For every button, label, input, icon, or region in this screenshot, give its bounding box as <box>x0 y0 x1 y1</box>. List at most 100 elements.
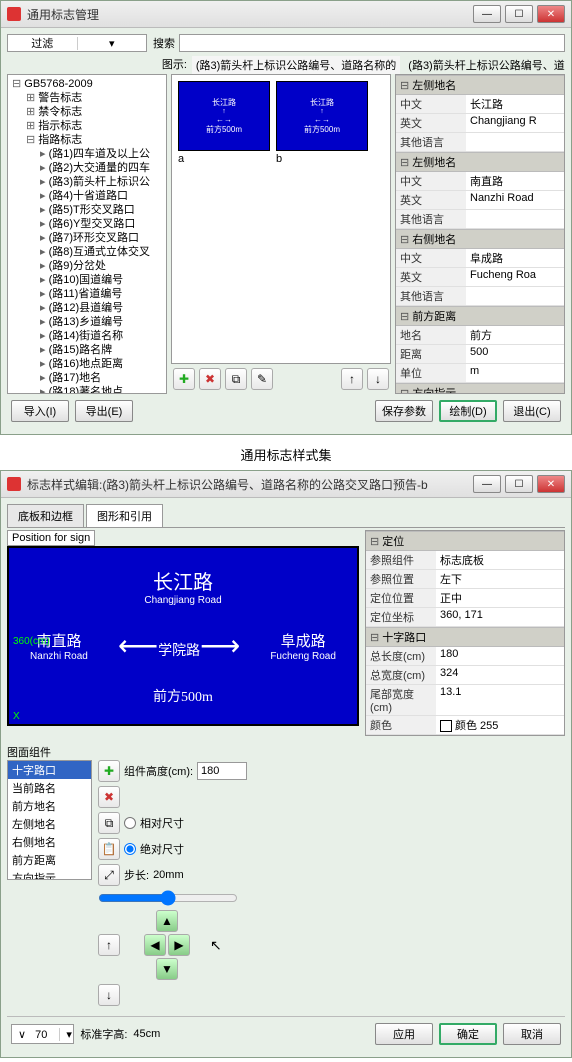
close-button[interactable]: ✕ <box>537 475 565 493</box>
prop-group-header[interactable]: 右侧地名 <box>396 229 564 249</box>
zoom-combo[interactable]: ∨ 70 ▾ <box>11 1024 74 1044</box>
max-button[interactable]: ☐ <box>505 475 533 493</box>
prop-group-header[interactable]: 方向指示 <box>396 383 564 394</box>
remove-component-button[interactable]: ✖ <box>98 786 120 808</box>
min-button[interactable]: — <box>473 475 501 493</box>
prop-value[interactable]: 360, 171 <box>436 608 564 626</box>
prop-value[interactable]: 500 <box>466 345 564 363</box>
list-up-button[interactable]: ↑ <box>98 934 120 956</box>
prop-row[interactable]: 中文南直路 <box>396 172 564 191</box>
tree-item[interactable]: (路5)T形交叉路口 <box>10 203 164 217</box>
prop-value[interactable]: 颜色 255 <box>436 716 564 734</box>
move-up-button[interactable]: ↑ <box>341 368 363 390</box>
tab-baseplate[interactable]: 底板和边框 <box>7 504 84 527</box>
paste-component-button[interactable]: 📋 <box>98 838 120 860</box>
prop-value[interactable]: 324 <box>436 666 564 684</box>
tree-item[interactable]: (路7)环形交叉路口 <box>10 231 164 245</box>
size-absolute-radio[interactable] <box>124 843 136 855</box>
max-button[interactable]: ☐ <box>505 5 533 23</box>
add-component-button[interactable]: ✚ <box>98 760 120 782</box>
prop-value[interactable]: m <box>466 364 564 382</box>
prop-group-header[interactable]: 定位 <box>366 531 564 551</box>
prop-row[interactable]: 英文Fucheng Roa <box>396 268 564 287</box>
prop-group-header[interactable]: 十字路口 <box>366 627 564 647</box>
save-params-button[interactable]: 保存参数 <box>375 400 433 422</box>
tree-item[interactable]: (路15)路名牌 <box>10 343 164 357</box>
size-relative-radio[interactable] <box>124 817 136 829</box>
export-button[interactable]: 导出(E) <box>75 400 133 422</box>
prop-row[interactable]: 其他语言 <box>396 133 564 152</box>
list-item[interactable]: 左侧地名 <box>8 815 91 833</box>
list-item[interactable]: 前方地名 <box>8 797 91 815</box>
prop-row[interactable]: 颜色颜色 255 <box>366 716 564 735</box>
prop-value[interactable]: 阜成路 <box>466 249 564 267</box>
tree-item[interactable]: (路1)四车道及以上公 <box>10 147 164 161</box>
prop-value[interactable]: Changjiang R <box>466 114 564 132</box>
import-button[interactable]: 导入(I) <box>11 400 69 422</box>
list-down-button[interactable]: ↓ <box>98 984 120 1006</box>
prop-row[interactable]: 参照位置左下 <box>366 570 564 589</box>
prop-group-header[interactable]: 左侧地名 <box>396 75 564 95</box>
exit-button[interactable]: 退出(C) <box>503 400 561 422</box>
list-item[interactable]: 前方距离 <box>8 851 91 869</box>
nudge-up-button[interactable]: ▲ <box>156 910 178 932</box>
move-down-button[interactable]: ↓ <box>367 368 389 390</box>
nudge-right-button[interactable]: ▶ <box>168 934 190 956</box>
prop-row[interactable]: 尾部宽度(cm)13.1 <box>366 685 564 716</box>
tree-item[interactable]: (路8)互通式立体交叉 <box>10 245 164 259</box>
tree-item[interactable]: (路4)十省道路口 <box>10 189 164 203</box>
nudge-left-button[interactable]: ◀ <box>144 934 166 956</box>
list-item[interactable]: 当前路名 <box>8 779 91 797</box>
tree-item[interactable]: (路10)国道编号 <box>10 273 164 287</box>
prop-row[interactable]: 距离500 <box>396 345 564 364</box>
tree-item[interactable]: 指路标志 <box>10 133 164 147</box>
cancel-button[interactable]: 取消 <box>503 1023 561 1045</box>
tree-item[interactable]: 指示标志 <box>10 119 164 133</box>
close-button[interactable]: ✕ <box>537 5 565 23</box>
prop-row[interactable]: 英文Changjiang R <box>396 114 564 133</box>
list-item[interactable]: 方向指示 <box>8 869 91 880</box>
prop-value[interactable]: 南直路 <box>466 172 564 190</box>
tree-item[interactable]: 禁令标志 <box>10 105 164 119</box>
tree-item[interactable]: (路3)箭头杆上标识公 <box>10 175 164 189</box>
prop-row[interactable]: 英文Nanzhi Road <box>396 191 564 210</box>
nudge-down-button[interactable]: ▼ <box>156 958 178 980</box>
prop-row[interactable]: 总宽度(cm)324 <box>366 666 564 685</box>
tree-item[interactable]: (路13)乡道编号 <box>10 315 164 329</box>
prop-row[interactable]: 中文长江路 <box>396 95 564 114</box>
prop-group-header[interactable]: 左侧地名 <box>396 152 564 172</box>
components-list[interactable]: 十字路口当前路名前方地名左侧地名右侧地名前方距离方向指示 <box>7 760 92 880</box>
step-slider[interactable] <box>98 890 238 906</box>
filter-combo[interactable]: 过滤 ▾ <box>7 34 147 52</box>
tree-item[interactable]: 警告标志 <box>10 91 164 105</box>
apply-button[interactable]: 应用 <box>375 1023 433 1045</box>
search-input[interactable] <box>179 34 565 52</box>
note-button[interactable]: ✎ <box>251 368 273 390</box>
tree-item[interactable]: GB5768-2009 <box>10 77 164 91</box>
prop-row[interactable]: 单位m <box>396 364 564 383</box>
delete-button[interactable]: ✖ <box>199 368 221 390</box>
prop-row[interactable]: 其他语言 <box>396 210 564 229</box>
tree-item[interactable]: (路17)地名 <box>10 371 164 385</box>
tree-item[interactable]: (路2)大交通量的四车 <box>10 161 164 175</box>
draw-button[interactable]: 绘制(D) <box>439 400 497 422</box>
tree-item[interactable]: (路14)街道名称 <box>10 329 164 343</box>
tree-item[interactable]: (路16)地点距离 <box>10 357 164 371</box>
prop-group-header[interactable]: 前方距离 <box>396 306 564 326</box>
copy-button[interactable]: ⧉ <box>225 368 247 390</box>
prop-value[interactable]: 13.1 <box>436 685 564 715</box>
scale-button[interactable]: ⤢ <box>98 864 120 886</box>
prop-row[interactable]: 地名前方 <box>396 326 564 345</box>
tree-item[interactable]: (路6)Y型交叉路口 <box>10 217 164 231</box>
add-button[interactable]: ✚ <box>173 368 195 390</box>
prop-value[interactable]: 180 <box>436 647 564 665</box>
prop-value[interactable] <box>466 133 564 151</box>
tree-panel[interactable]: GB5768-2009警告标志禁令标志指示标志指路标志(路1)四车道及以上公(路… <box>7 74 167 394</box>
prop-row[interactable]: 参照组件标志底板 <box>366 551 564 570</box>
sign-preview[interactable]: 长江路 Changjiang Road 南直路 Nanzhi Road ⟵学院路… <box>7 546 359 726</box>
tree-item[interactable]: (路11)省道编号 <box>10 287 164 301</box>
copy-component-button[interactable]: ⧉ <box>98 812 120 834</box>
list-item[interactable]: 十字路口 <box>8 761 91 779</box>
prop-row[interactable]: 定位位置正中 <box>366 589 564 608</box>
prop-row[interactable]: 总长度(cm)180 <box>366 647 564 666</box>
